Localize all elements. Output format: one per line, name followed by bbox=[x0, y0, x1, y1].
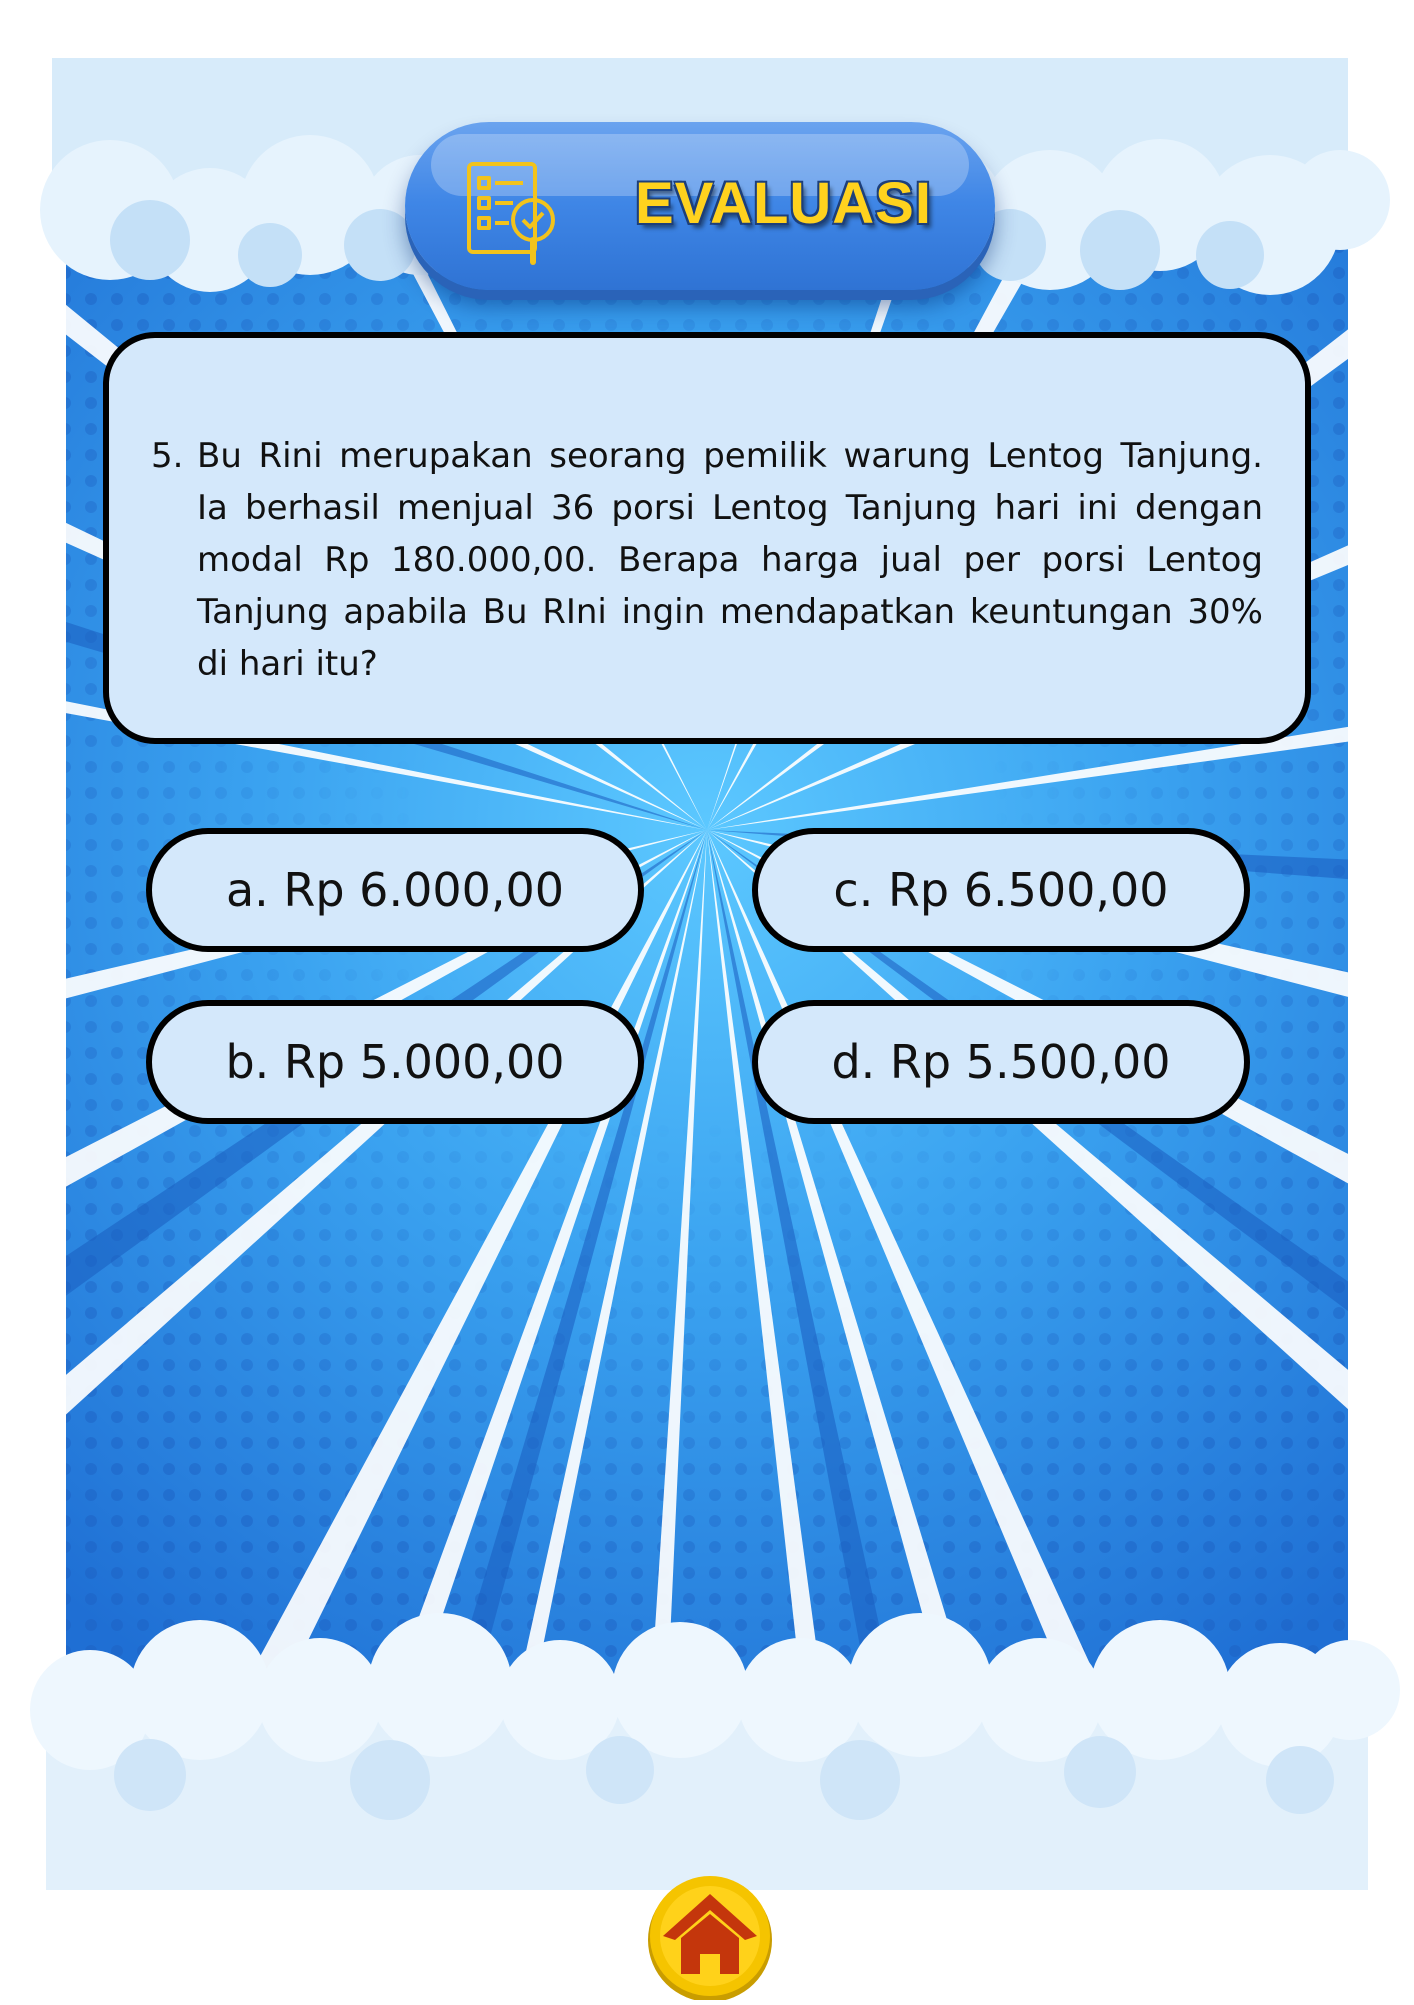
answer-option-d[interactable]: d. Rp 5.500,00 bbox=[752, 1000, 1250, 1124]
page-title: EVALUASI bbox=[635, 171, 932, 236]
question-number: 5. bbox=[151, 436, 184, 476]
bottom-clouds bbox=[30, 1613, 1400, 1890]
question-text: Bu Rini merupakan seorang pemilik warung… bbox=[197, 436, 1263, 684]
answer-option-b[interactable]: b. Rp 5.000,00 bbox=[146, 1000, 644, 1124]
home-icon bbox=[648, 1876, 772, 2002]
checklist-magnifier-icon bbox=[467, 162, 555, 265]
comic-burst-panel bbox=[66, 60, 1348, 1860]
home-button[interactable] bbox=[645, 1874, 775, 2002]
answer-option-c[interactable]: c. Rp 6.500,00 bbox=[752, 828, 1250, 952]
answer-option-a[interactable]: a. Rp 6.000,00 bbox=[146, 828, 644, 952]
title-banner: EVALUASI bbox=[405, 122, 995, 290]
evaluation-page: EVALUASI 5. Bu Rini merupakan seorang pe… bbox=[0, 0, 1414, 2002]
question-card: 5. Bu Rini merupakan seorang pemilik war… bbox=[103, 332, 1311, 744]
